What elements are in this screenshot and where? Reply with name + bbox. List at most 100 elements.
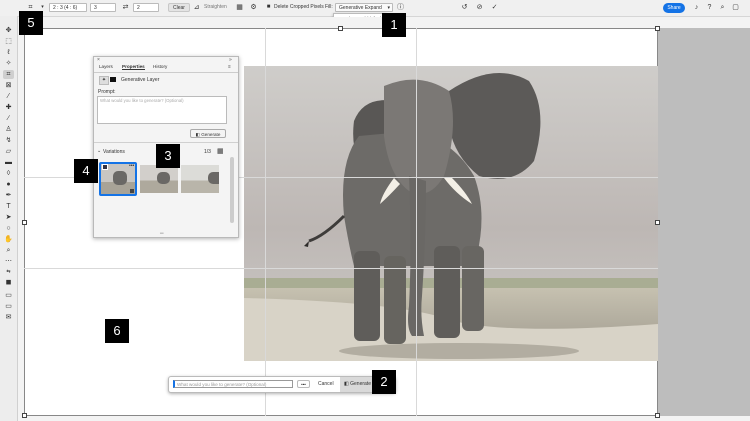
crop-grid-line: [416, 28, 417, 416]
grid-overlay-icon[interactable]: ▦: [235, 3, 244, 12]
thumbnail-subject: [208, 172, 219, 184]
crop-handle[interactable]: [22, 220, 27, 225]
generate-label: Generate: [201, 132, 221, 137]
thumbnail-subject: [157, 172, 170, 184]
search-icon[interactable]: ⌕: [718, 3, 727, 12]
stamp-tool-icon[interactable]: ♙: [3, 125, 14, 134]
info-icon[interactable]: ⓘ: [396, 3, 405, 12]
type-tool-icon[interactable]: T: [3, 202, 14, 211]
callout-5: 5: [19, 11, 43, 35]
crop-handle[interactable]: [338, 26, 343, 31]
variation-thumbnail-3[interactable]: [181, 165, 219, 193]
panel-menu-icon[interactable]: ≡: [228, 64, 231, 69]
screen-mode-icon[interactable]: ▭: [3, 302, 14, 311]
panel-tabs: Layers Properties History ≡: [94, 62, 238, 73]
swap-colors-icon[interactable]: ⇆: [3, 268, 14, 277]
clear-button[interactable]: Clear: [168, 3, 190, 12]
fill-select-value: Generative Expand: [339, 5, 382, 11]
straighten-button[interactable]: Straighten: [204, 3, 227, 12]
straighten-icon[interactable]: ⊿: [192, 3, 201, 12]
panel-scrollbar[interactable]: [230, 157, 234, 223]
crop-handle[interactable]: [655, 220, 660, 225]
variation-thumbnail-1[interactable]: •••: [99, 162, 137, 196]
blur-tool-icon[interactable]: ◊: [3, 169, 14, 178]
chevron-down-icon: ▾: [387, 5, 390, 11]
prompt-label: Prompt:: [98, 89, 116, 95]
variation-thumbnail-2[interactable]: [140, 165, 178, 193]
magic-wand-icon[interactable]: ✧: [3, 59, 14, 68]
more-tools-icon[interactable]: ⋯: [3, 257, 14, 266]
more-button[interactable]: •••: [297, 380, 310, 388]
width-field[interactable]: 3: [90, 3, 116, 12]
cancel-button[interactable]: Cancel: [318, 381, 334, 387]
shape-tool-icon[interactable]: ○: [3, 224, 14, 233]
cancel-crop-icon[interactable]: ⊘: [475, 3, 484, 12]
marquee-tool-icon[interactable]: ⬚: [3, 37, 14, 46]
foreground-color-swatch[interactable]: ◼: [3, 278, 14, 287]
callout-2: 2: [372, 370, 396, 394]
resize-handle[interactable]: ═: [160, 231, 164, 237]
move-tool-icon[interactable]: ✥: [3, 26, 14, 35]
tab-history[interactable]: History: [153, 64, 167, 69]
gradient-icon[interactable]: ▬: [3, 158, 14, 167]
tab-properties[interactable]: Properties: [122, 64, 145, 70]
divider: [94, 142, 238, 143]
prompt-textarea[interactable]: What would you like to generate? (Option…: [97, 96, 227, 124]
variation-count: 1/3: [204, 149, 211, 155]
help-icon[interactable]: ?: [705, 3, 714, 12]
dodge-tool-icon[interactable]: ●: [3, 180, 14, 189]
contextual-task-bar: What would you like to generate? (Option…: [168, 376, 396, 393]
tab-layers[interactable]: Layers: [99, 64, 113, 69]
pen-tool-icon[interactable]: ✒: [3, 191, 14, 200]
zoom-tool-icon[interactable]: ⌕: [3, 246, 14, 255]
callout-1: 1: [382, 13, 406, 37]
variations-label: Variations: [103, 149, 125, 155]
eraser-icon[interactable]: ▱: [3, 147, 14, 156]
path-select-icon[interactable]: ➤: [3, 213, 14, 222]
fill-label: Fill:: [325, 4, 333, 10]
commit-check-icon[interactable]: ✓: [490, 3, 499, 12]
more-options-icon[interactable]: •••: [129, 163, 134, 169]
healing-brush-icon[interactable]: ✚: [3, 103, 14, 112]
callout-4: 4: [74, 159, 98, 183]
lasso-tool-icon[interactable]: ℓ: [3, 48, 14, 57]
generate-prompt-input[interactable]: What would you like to generate? (Option…: [173, 380, 293, 388]
reset-icon[interactable]: ↺: [460, 3, 469, 12]
mask-icon: [110, 77, 116, 82]
panel-icon[interactable]: ▢: [731, 3, 740, 12]
hand-tool-icon[interactable]: ✋: [3, 235, 14, 244]
height-field[interactable]: 2: [133, 3, 159, 12]
thumbnail-subject: [113, 171, 127, 185]
eyedropper-icon[interactable]: ⁄: [3, 92, 14, 101]
swap-icon[interactable]: ⇄: [121, 3, 130, 12]
layer-type-label: Generative Layer: [121, 77, 160, 83]
elephant-image: [244, 66, 658, 361]
panel-generate-button[interactable]: ◧ Generate: [190, 129, 226, 138]
outside-crop-area: [658, 28, 750, 416]
grid-view-icon[interactable]: ▦: [217, 147, 224, 155]
share-tool-icon[interactable]: ✉: [3, 313, 14, 322]
crop-grid-line: [24, 268, 658, 269]
quick-mask-icon[interactable]: ▭: [3, 291, 14, 300]
gear-icon[interactable]: ⚙: [249, 3, 258, 12]
crop-grid-line: [265, 28, 266, 416]
brush-tool-icon[interactable]: ∕: [3, 114, 14, 123]
chevron-down-icon[interactable]: ⌄: [97, 148, 101, 154]
crop-handle[interactable]: [655, 413, 660, 418]
variation-badge-icon: [102, 164, 108, 170]
mask-icon: [130, 189, 134, 193]
crop-handle[interactable]: [655, 26, 660, 31]
bell-icon[interactable]: ♪: [692, 3, 701, 12]
tools-panel: ✥ ⬚ ℓ ✧ ⌗ ⊠ ⁄ ✚ ∕ ♙ ↯ ▱ ▬ ◊ ● ✒ T ➤ ○ ✋ …: [0, 16, 18, 421]
history-brush-icon[interactable]: ↯: [3, 136, 14, 145]
delete-cropped-checkbox[interactable]: ■: [264, 3, 273, 12]
generate-label: Generate: [350, 381, 371, 387]
ratio-select[interactable]: 2 : 3 (4 : 6): [49, 3, 87, 12]
share-button[interactable]: Share: [663, 3, 685, 13]
generative-layer-icon: ✦: [99, 76, 109, 85]
fill-select[interactable]: Generative Expand ▾: [335, 3, 393, 12]
callout-6: 6: [105, 319, 129, 343]
frame-tool-icon[interactable]: ⊠: [3, 81, 14, 90]
crop-handle[interactable]: [22, 413, 27, 418]
crop-tool-icon[interactable]: ⌗: [3, 70, 14, 79]
